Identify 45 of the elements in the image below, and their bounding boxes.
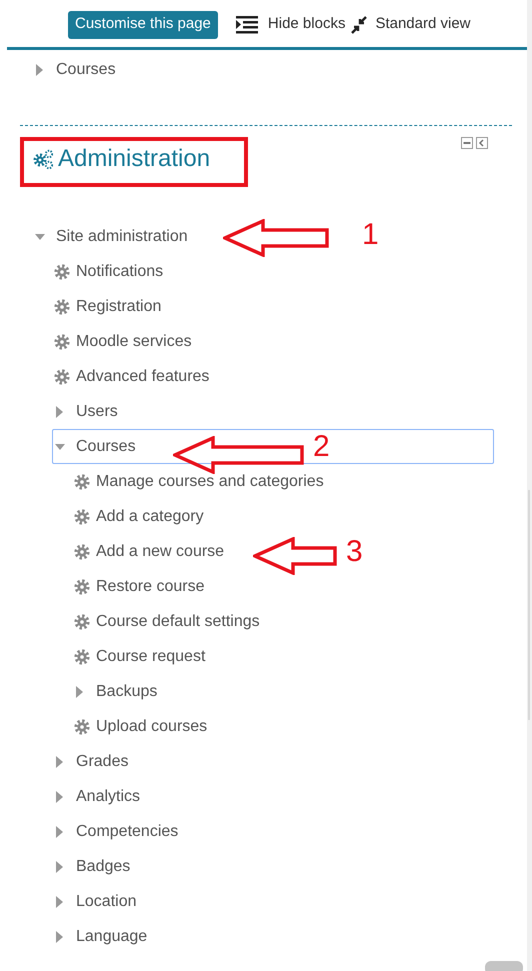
tree-item[interactable]: Grades bbox=[52, 744, 132, 779]
gear-icon bbox=[54, 368, 70, 384]
tree-item[interactable]: Advanced features bbox=[52, 359, 212, 394]
tree-item[interactable]: Courses bbox=[32, 52, 119, 87]
tree-item[interactable]: Course request bbox=[72, 639, 208, 674]
gear-icon bbox=[54, 334, 70, 350]
gear-icon bbox=[74, 614, 90, 630]
tree-item[interactable]: Notifications bbox=[52, 254, 166, 289]
customise-page-button[interactable]: Customise this page bbox=[68, 10, 218, 38]
tree-item[interactable]: Site administration bbox=[32, 219, 191, 254]
annotation-number: 3 bbox=[346, 537, 363, 567]
tree-item[interactable]: Add a new course bbox=[72, 534, 228, 569]
gear-icon bbox=[54, 264, 70, 280]
tree-item[interactable]: Upload courses bbox=[72, 709, 210, 744]
tree-item[interactable]: Analytics bbox=[52, 779, 144, 814]
dock-icon bbox=[476, 137, 488, 149]
gear-icon bbox=[74, 544, 90, 560]
hide-blocks-link[interactable]: Hide blocks bbox=[268, 13, 346, 36]
gear-icon bbox=[74, 578, 90, 594]
gears-icon bbox=[33, 148, 53, 170]
gear-icon bbox=[74, 508, 90, 524]
tree-item[interactable]: Users bbox=[52, 394, 121, 429]
gear-icon bbox=[74, 718, 90, 734]
gear-icon bbox=[74, 474, 90, 490]
annotation-number: 2 bbox=[313, 432, 330, 462]
collapse-arrows-icon bbox=[349, 16, 370, 34]
tree-item[interactable]: Backups bbox=[72, 674, 160, 709]
hide-blocks-icon bbox=[236, 15, 258, 34]
tree-item[interactable]: Language bbox=[52, 919, 150, 954]
tree-item[interactable]: Registration bbox=[52, 289, 164, 324]
gear-icon bbox=[74, 648, 90, 664]
tree-item[interactable]: Competencies bbox=[52, 814, 182, 849]
tree-item[interactable]: Location bbox=[52, 884, 140, 919]
gear-icon bbox=[54, 298, 70, 314]
collapse-icon bbox=[461, 137, 473, 149]
tree-item[interactable]: Restore course bbox=[72, 569, 208, 604]
tree-item[interactable]: Add a category bbox=[72, 499, 207, 534]
floating-button[interactable] bbox=[485, 961, 523, 971]
tree-item[interactable]: Course default settings bbox=[72, 604, 263, 639]
annotation-number: 1 bbox=[362, 220, 379, 250]
block-title: Administration bbox=[58, 144, 210, 174]
standard-view-link[interactable]: Standard view bbox=[375, 13, 471, 36]
tree-item[interactable]: Moodle services bbox=[52, 324, 195, 359]
tree-item[interactable]: Manage courses and categories bbox=[72, 464, 327, 499]
tree-item[interactable]: Badges bbox=[52, 849, 134, 884]
